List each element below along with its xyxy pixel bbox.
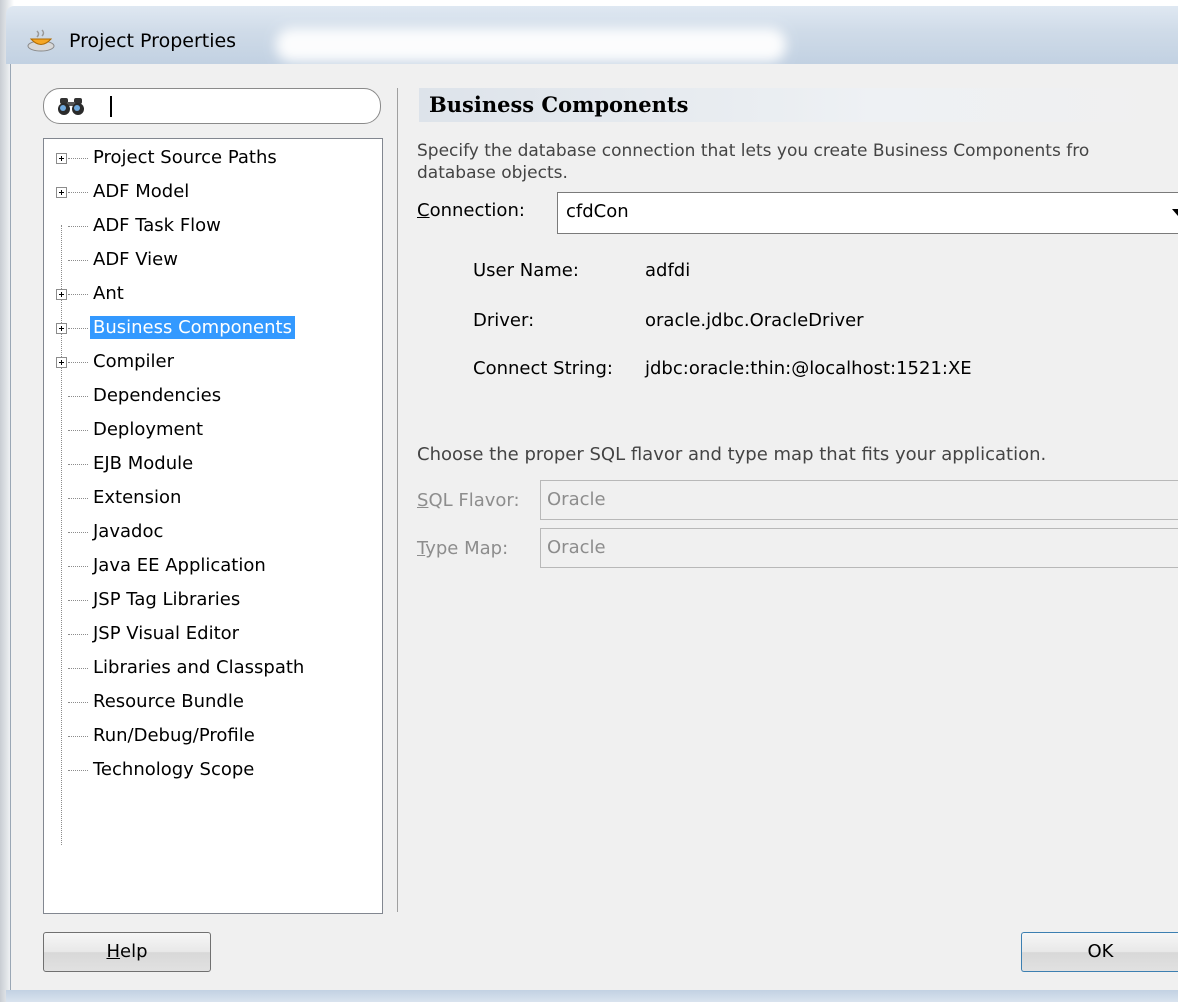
tree-item[interactable]: ADF Model: [44, 177, 380, 207]
tree-item[interactable]: JSP Tag Libraries: [44, 585, 380, 615]
user-name-label: User Name:: [473, 260, 579, 281]
jdeveloper-cup-icon: [27, 29, 55, 52]
expand-icon[interactable]: [56, 153, 67, 164]
driver-value: oracle.jdbc.OracleDriver: [645, 310, 864, 331]
tree-item-label: Libraries and Classpath: [93, 657, 305, 678]
tree-connector: [68, 600, 88, 601]
tree-connector: [68, 396, 88, 397]
tree-connector: [68, 158, 88, 159]
type-map-label: Type Map:: [417, 538, 509, 559]
tree-item[interactable]: Deployment: [44, 415, 380, 445]
tree-connector: [68, 634, 88, 635]
connection-value: cfdCon: [566, 201, 629, 222]
page-title: Business Components: [429, 92, 689, 117]
tree-item[interactable]: Libraries and Classpath: [44, 653, 380, 683]
tree-item-label: JSP Tag Libraries: [93, 589, 241, 610]
sql-flavor-value: Oracle: [547, 489, 606, 510]
tree-item[interactable]: ADF View: [44, 245, 380, 275]
tree-item[interactable]: Dependencies: [44, 381, 380, 411]
tree-item-label: Run/Debug/Profile: [93, 725, 255, 746]
sql-flavor-select: Oracle: [540, 480, 1178, 520]
user-name-value: adfdi: [645, 260, 691, 281]
tree-item[interactable]: Javadoc: [44, 517, 380, 547]
tree-item-label: Resource Bundle: [93, 691, 244, 712]
title-bar[interactable]: Project Properties: [6, 6, 1178, 64]
tree-item-label: Extension: [93, 487, 182, 508]
tree-connector: [68, 260, 88, 261]
tree-item[interactable]: Compiler: [44, 347, 380, 377]
category-tree[interactable]: Project Source Paths ADF Model ADF Task Fl…: [43, 138, 383, 914]
tree-connector: [68, 464, 88, 465]
tree-item-label: Java EE Application: [93, 555, 266, 576]
tree-item[interactable]: Project Source Paths: [44, 143, 380, 173]
tree-item-label: Project Source Paths: [93, 147, 277, 168]
expand-icon[interactable]: [56, 289, 67, 300]
connect-string-value: jdbc:oracle:thin:@localhost:1521:XE: [645, 358, 972, 379]
tree-connector: [68, 532, 88, 533]
expand-icon[interactable]: [56, 357, 67, 368]
tree-connector: [68, 328, 88, 329]
tree-connector: [68, 430, 88, 431]
window-frame-bottom: [6, 990, 1178, 1002]
tree-item[interactable]: Extension: [44, 483, 380, 513]
tree-item[interactable]: EJB Module: [44, 449, 380, 479]
tree-item[interactable]: JSP Visual Editor: [44, 619, 380, 649]
tree-item-label: Compiler: [93, 351, 175, 372]
panel-splitter[interactable]: [397, 88, 398, 912]
ok-button[interactable]: OK: [1021, 932, 1178, 972]
tree-item-label: ADF View: [93, 249, 178, 270]
tree-item[interactable]: Business Components: [44, 313, 380, 343]
tree-connector: [68, 362, 88, 363]
tree-connector: [68, 770, 88, 771]
tree-item[interactable]: Ant: [44, 279, 380, 309]
screen: Project Properties Project Source Paths A…: [0, 0, 1178, 1002]
tree-item-label: Javadoc: [93, 521, 164, 542]
tree-item[interactable]: Run/Debug/Profile: [44, 721, 380, 751]
text-caret: [110, 96, 112, 117]
description-line-1: Specify the database connection that let…: [417, 141, 1090, 161]
driver-label: Driver:: [473, 310, 535, 331]
chevron-down-icon[interactable]: [1172, 209, 1178, 216]
tree-item-label: Business Components: [90, 316, 295, 339]
tree-connector: [68, 226, 88, 227]
tree-item[interactable]: Java EE Application: [44, 551, 380, 581]
tree-connector: [68, 668, 88, 669]
sql-flavor-label: SQL Flavor:: [417, 490, 520, 511]
window-title: Project Properties: [69, 30, 237, 52]
project-properties-dialog: Project Source Paths ADF Model ADF Task Fl…: [10, 64, 1178, 990]
sql-flavor-hint: Choose the proper SQL flavor and type ma…: [417, 444, 1047, 465]
tree-connector: [68, 736, 88, 737]
tree-connector: [68, 294, 88, 295]
connection-select[interactable]: cfdCon: [557, 192, 1178, 234]
tree-item-label: Dependencies: [93, 385, 222, 406]
expand-icon[interactable]: [56, 187, 67, 198]
tree-item-label: Technology Scope: [93, 759, 255, 780]
search-input[interactable]: [43, 88, 381, 124]
tree-connector: [68, 566, 88, 567]
help-button[interactable]: Help: [43, 932, 211, 972]
tree-item-label: JSP Visual Editor: [93, 623, 240, 644]
tree-item[interactable]: Technology Scope: [44, 755, 380, 785]
type-map-select: Oracle: [540, 528, 1178, 568]
binoculars-icon: [58, 98, 84, 115]
tree-item-label: Ant: [93, 283, 124, 304]
expand-icon[interactable]: [56, 323, 67, 334]
connection-description: Specify the database connection that let…: [417, 140, 1177, 184]
section-header: Business Components: [419, 88, 1178, 122]
tree-connector: [68, 192, 88, 193]
tree-item-label: Deployment: [93, 419, 204, 440]
tree-item[interactable]: Resource Bundle: [44, 687, 380, 717]
type-map-value: Oracle: [547, 537, 606, 558]
tree-item-label: ADF Task Flow: [93, 215, 221, 236]
tree-item-label: EJB Module: [93, 453, 194, 474]
tree-connector: [68, 498, 88, 499]
connection-label: Connection:: [417, 200, 525, 221]
tree-item[interactable]: ADF Task Flow: [44, 211, 380, 241]
connect-string-label: Connect String:: [473, 358, 613, 379]
tree-item-label: ADF Model: [93, 181, 190, 202]
title-redaction: [276, 28, 786, 62]
tree-connector: [68, 702, 88, 703]
description-line-2: database objects.: [417, 163, 568, 183]
